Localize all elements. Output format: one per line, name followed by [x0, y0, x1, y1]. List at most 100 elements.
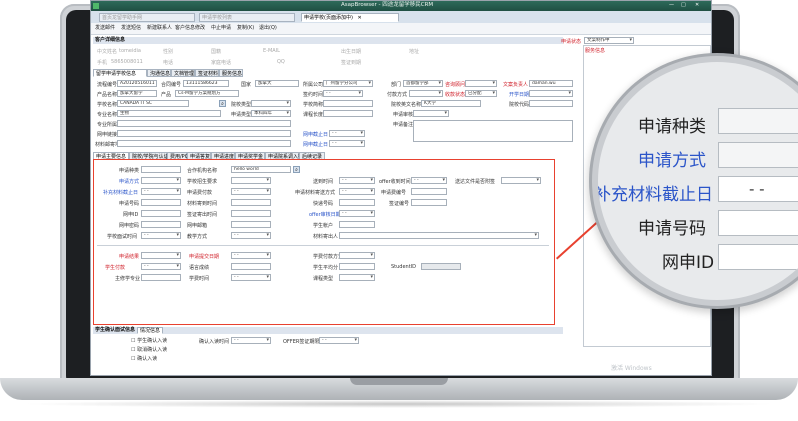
deadline-select[interactable]: - - — [329, 130, 365, 137]
fee-select[interactable]: - - — [231, 188, 271, 195]
country-field[interactable]: 加拿大 — [255, 80, 299, 87]
toolbar-copy[interactable]: 复制(K) — [237, 25, 254, 32]
bottom-tab[interactable]: 情况信息 — [137, 327, 163, 334]
open-select[interactable] — [529, 90, 573, 97]
inner-tab-apply[interactable]: 留学申请学校信息 — [93, 69, 147, 77]
status-result-select[interactable] — [141, 252, 181, 259]
maximize-button[interactable]: □ — [681, 2, 686, 9]
student-id-field[interactable] — [421, 263, 461, 270]
web-field[interactable] — [117, 130, 291, 137]
toolbar-new-contact[interactable]: 新建联系人 — [147, 25, 172, 32]
pay-select[interactable] — [409, 90, 443, 97]
check3-label: 确认入读 — [137, 356, 158, 362]
school-en-value: K大学 — [424, 101, 436, 106]
minimize-button[interactable]: — — [669, 2, 674, 9]
offer-limit-select[interactable]: - - — [319, 337, 359, 344]
kind-field[interactable] — [141, 166, 181, 173]
tab-close-icon[interactable]: ✕ — [358, 15, 362, 21]
reason-select[interactable] — [339, 232, 539, 239]
confirm-time-select[interactable]: - - — [231, 337, 271, 344]
send-select[interactable]: - - — [339, 177, 375, 184]
teach-select[interactable]: - - — [231, 232, 271, 239]
search-icon[interactable]: ⌕ — [219, 100, 226, 107]
dept-select[interactable]: 首都留学部 — [403, 80, 443, 87]
agency-search-icon[interactable]: ⌕ — [293, 166, 300, 173]
std-select[interactable] — [231, 177, 271, 184]
pwd-field[interactable] — [141, 221, 181, 228]
status-label: 申请状态 — [561, 39, 582, 45]
wang-field[interactable] — [141, 210, 181, 217]
paid-label: 学生付款 — [105, 265, 126, 271]
company-select[interactable]: 广州留学分公司 — [323, 80, 373, 87]
deadline2-select[interactable]: - - — [329, 140, 365, 147]
school-en-field[interactable]: K大学 — [421, 100, 481, 107]
apply-type-select[interactable]: 本科四年 — [251, 110, 291, 117]
mail-field[interactable] — [231, 221, 271, 228]
remark-field[interactable] — [413, 120, 573, 142]
inner-tab-docs[interactable]: 文档管理 — [171, 69, 195, 77]
inner-tab-service[interactable]: 服务信息 — [219, 69, 243, 77]
method-select[interactable] — [141, 177, 181, 184]
toolbar-edit-client[interactable]: 客户信息修改 — [175, 25, 205, 32]
status-select[interactable]: 文案制作中 — [584, 37, 634, 44]
school-code-field[interactable] — [529, 100, 573, 107]
check1[interactable]: ☐ 学生确认入读 — [131, 337, 167, 344]
serial-field[interactable]: A20120516011 — [117, 80, 157, 87]
approve-select[interactable] — [413, 110, 449, 117]
school-type-select[interactable] — [251, 100, 291, 107]
score-field[interactable] — [339, 263, 375, 270]
offer-time-select[interactable]: - - — [411, 177, 447, 184]
pay-way-select[interactable] — [339, 252, 375, 259]
inner-tab-comm[interactable]: 沟通信息 — [147, 69, 171, 77]
material-field[interactable] — [117, 140, 291, 147]
agency-field[interactable]: hello world — [231, 166, 291, 173]
app-date-select[interactable]: - - — [231, 252, 271, 259]
time2-field[interactable] — [231, 210, 271, 217]
plan-select[interactable]: - - — [231, 274, 271, 281]
paid-select[interactable]: - - — [141, 263, 181, 270]
fund-value: 已分配 — [468, 91, 482, 96]
contract-field[interactable]: 13111586623 — [183, 80, 229, 87]
dept-label: 部门 — [391, 82, 402, 88]
fund-select[interactable]: 已分配 — [465, 90, 497, 97]
time1-field[interactable] — [231, 199, 271, 206]
check3[interactable]: ☐ 确认入读 — [131, 355, 157, 362]
major-en-field[interactable] — [117, 120, 291, 127]
browser-tab-label: 首页龙留学助手网 — [102, 15, 143, 21]
prop-select[interactable] — [339, 274, 375, 281]
stay-field[interactable] — [141, 274, 181, 281]
browser-tab-current[interactable]: 申请学校(页面添加中) ✕ — [301, 13, 399, 22]
toolbar-send-email[interactable]: 发送邮件 — [95, 25, 115, 32]
num-field[interactable] — [411, 188, 447, 195]
exp-field[interactable] — [339, 199, 375, 206]
ielts-field[interactable] — [231, 263, 271, 270]
school-field[interactable]: CANADA IT SC — [117, 100, 189, 107]
close-button[interactable]: ✕ — [695, 2, 699, 9]
offer-check-select[interactable]: - - — [339, 210, 375, 217]
inner-tab-visa[interactable]: 签证材料 — [195, 69, 219, 77]
offer-type-select[interactable] — [501, 177, 541, 184]
product2-field[interactable]: Cs-M留学方案规划方 — [175, 90, 239, 97]
consult-select[interactable] — [465, 80, 497, 87]
product-field[interactable]: 加拿大留学 — [117, 90, 157, 97]
toolbar-stop[interactable]: 中止申请 — [211, 25, 231, 32]
deliver-select[interactable]: - - — [339, 188, 375, 195]
acct-field[interactable] — [339, 221, 375, 228]
sign-select[interactable]: - - — [323, 90, 363, 97]
check2[interactable]: ☐ 取消确认入读 — [131, 346, 167, 353]
toolbar-send-sms[interactable]: 发送短信 — [121, 25, 141, 32]
toolbar-exit[interactable]: 退出(Q) — [259, 25, 277, 32]
school-dept-field[interactable] — [323, 100, 373, 107]
visa-no-field[interactable] — [411, 199, 447, 206]
browser-tab-home[interactable]: 首页龙留学助手网 — [99, 13, 195, 22]
mobile-value: 5865008011 — [111, 59, 143, 65]
browser-tab-label: 申请学校列表 — [202, 15, 233, 21]
supp-select[interactable]: - - — [141, 188, 181, 195]
doc-field[interactable]: daman.wu — [529, 80, 573, 87]
school-dept-label: 学校简称 — [303, 102, 324, 108]
course-field[interactable] — [323, 110, 373, 117]
major-field[interactable]: 生物 — [117, 110, 221, 117]
browser-tab-list[interactable]: 申请学校列表 — [199, 13, 295, 22]
no-field[interactable] — [141, 199, 181, 206]
method2-select[interactable]: - - — [141, 232, 181, 239]
